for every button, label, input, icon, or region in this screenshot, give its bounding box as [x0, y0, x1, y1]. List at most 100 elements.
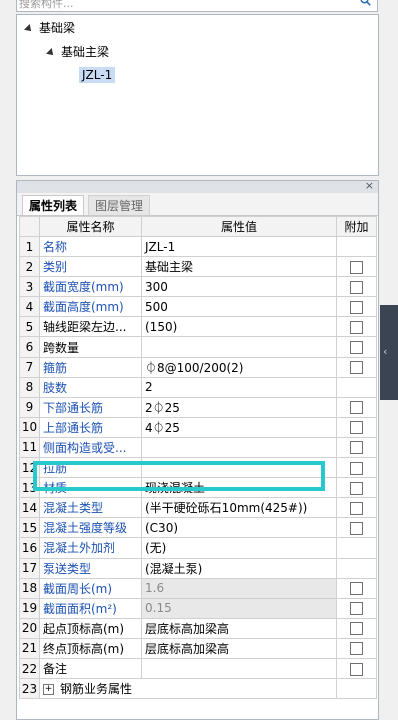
table-row[interactable]: 10 上部通长筋 4⏀25 — [19, 416, 377, 438]
expand-plus-icon[interactable]: + — [43, 684, 54, 696]
table-row[interactable]: 17 泵送类型 (混凝土泵) — [19, 557, 377, 579]
property-value[interactable]: (混凝土泵) — [141, 557, 337, 579]
extra-cell — [336, 276, 377, 298]
group-label-cell[interactable]: + 钢筋业务属性 — [39, 678, 337, 700]
extra-checkbox[interactable] — [350, 441, 363, 455]
property-value[interactable] — [141, 336, 337, 358]
table-row[interactable]: 15 混凝土强度等级 (C30) — [19, 517, 377, 539]
property-value[interactable]: 2 — [141, 376, 337, 398]
property-name: 箍筋 — [39, 356, 142, 378]
row-index: 19 — [19, 597, 40, 619]
table-row[interactable]: 22 备注 — [19, 657, 377, 680]
table-row[interactable]: 11 侧面构造或受... — [19, 436, 377, 459]
row-index: 4 — [19, 296, 40, 318]
side-collapse-handle[interactable]: ‹ — [380, 305, 398, 400]
table-row[interactable]: 21 终点顶标高(m) 层底标高加梁高 — [19, 637, 377, 659]
row-index: 1 — [19, 235, 40, 258]
property-value[interactable] — [141, 436, 337, 459]
row-index: 20 — [19, 617, 40, 639]
close-icon[interactable]: × — [365, 179, 374, 192]
tab-layer-management[interactable]: 图层管理 — [88, 195, 151, 215]
property-name: 肢数 — [39, 376, 142, 398]
table-row[interactable]: 18 截面周长(m) 1.6 — [19, 577, 377, 599]
table-row[interactable]: 8 肢数 2 — [19, 376, 377, 398]
extra-checkbox[interactable] — [350, 401, 363, 415]
extra-checkbox[interactable] — [350, 341, 363, 355]
property-value[interactable]: (无) — [141, 537, 337, 559]
extra-checkbox[interactable] — [350, 280, 363, 294]
row-index: 16 — [19, 537, 40, 559]
extra-checkbox[interactable] — [350, 662, 363, 676]
extra-cell — [336, 256, 377, 278]
extra-checkbox[interactable] — [350, 361, 363, 375]
expand-triangle-icon[interactable] — [24, 23, 34, 34]
extra-checkbox[interactable] — [350, 501, 363, 515]
property-value[interactable]: JZL-1 — [141, 235, 337, 258]
row-index: 11 — [19, 436, 40, 459]
group-row[interactable]: 23 + 钢筋业务属性 — [19, 678, 377, 700]
table-row[interactable]: 7 箍筋 ⏀8@100/200(2) — [19, 356, 377, 378]
property-value: 1.6 — [141, 577, 337, 599]
search-box[interactable] — [16, 0, 378, 12]
property-name: 起点顶标高(m) — [39, 617, 142, 639]
property-name: 侧面构造或受... — [39, 436, 142, 459]
extra-checkbox[interactable] — [350, 602, 363, 616]
extra-checkbox[interactable] — [350, 582, 363, 596]
search-input[interactable] — [19, 0, 349, 11]
row-index: 21 — [19, 637, 40, 659]
extra-checkbox[interactable] — [350, 260, 363, 274]
property-value[interactable]: (半干硬砼砾石10mm(425#)) — [141, 497, 337, 519]
table-row[interactable]: 1 名称 JZL-1 — [19, 235, 377, 258]
property-value[interactable]: ⏀8@100/200(2) — [141, 356, 337, 378]
property-value[interactable]: 层底标高加梁高 — [141, 637, 337, 659]
extra-checkbox[interactable] — [350, 421, 363, 435]
row-index: 22 — [19, 657, 40, 680]
grid-header: 属性名称 属性值 附加 — [19, 216, 377, 237]
tree-node-leaf[interactable]: JZL-1 — [79, 66, 116, 84]
row-index: 7 — [19, 356, 40, 378]
property-value[interactable]: 300 — [141, 276, 337, 298]
highlight-box — [33, 461, 325, 491]
extra-checkbox[interactable] — [350, 461, 363, 475]
extra-checkbox[interactable] — [350, 622, 363, 636]
tree-node-root[interactable]: 基础梁 — [24, 19, 75, 37]
property-value[interactable]: 基础主梁 — [141, 256, 337, 278]
extra-cell — [336, 477, 377, 499]
tab-property-list[interactable]: 属性列表 — [22, 195, 85, 215]
property-value: 0.15 — [141, 597, 337, 619]
extra-checkbox[interactable] — [350, 521, 363, 535]
extra-checkbox[interactable] — [350, 320, 363, 334]
extra-checkbox[interactable] — [350, 300, 363, 314]
expand-triangle-icon[interactable] — [46, 47, 56, 58]
table-row[interactable]: 16 混凝土外加剂 (无) — [19, 537, 377, 559]
property-name: 下部通长筋 — [39, 396, 142, 418]
table-row[interactable]: 4 截面高度(mm) 500 — [19, 296, 377, 318]
extra-checkbox[interactable] — [350, 642, 363, 656]
table-row[interactable]: 19 截面面积(m²) 0.15 — [19, 597, 377, 619]
property-name: 截面高度(mm) — [39, 296, 142, 318]
header-property-name: 属性名称 — [39, 216, 142, 237]
chevron-left-icon[interactable]: ‹ — [383, 345, 387, 358]
property-value[interactable]: 500 — [141, 296, 337, 318]
property-value[interactable]: 层底标高加梁高 — [141, 617, 337, 639]
search-icon[interactable] — [360, 0, 372, 9]
extra-cell — [336, 416, 377, 438]
extra-cell — [336, 316, 377, 338]
table-row[interactable]: 3 截面宽度(mm) 300 — [19, 276, 377, 298]
extra-cell — [336, 376, 377, 398]
table-row[interactable]: 20 起点顶标高(m) 层底标高加梁高 — [19, 617, 377, 639]
table-row[interactable]: 14 混凝土类型 (半干硬砼砾石10mm(425#)) — [19, 497, 377, 519]
table-row[interactable]: 9 下部通长筋 2⏀25 — [19, 396, 377, 418]
property-value[interactable] — [141, 657, 337, 680]
property-value[interactable]: (150) — [141, 316, 337, 338]
property-name: 类别 — [39, 256, 142, 278]
table-row[interactable]: 2 类别 基础主梁 — [19, 256, 377, 278]
property-value[interactable]: (C30) — [141, 517, 337, 539]
property-value[interactable]: 4⏀25 — [141, 416, 337, 438]
table-row[interactable]: 5 轴线距梁左边... (150) — [19, 316, 377, 338]
table-row[interactable]: 6 跨数量 — [19, 336, 377, 358]
row-index: 23 — [19, 678, 40, 700]
extra-checkbox[interactable] — [350, 481, 363, 495]
tree-node-child[interactable]: 基础主梁 — [46, 43, 109, 61]
property-value[interactable]: 2⏀25 — [141, 396, 337, 418]
